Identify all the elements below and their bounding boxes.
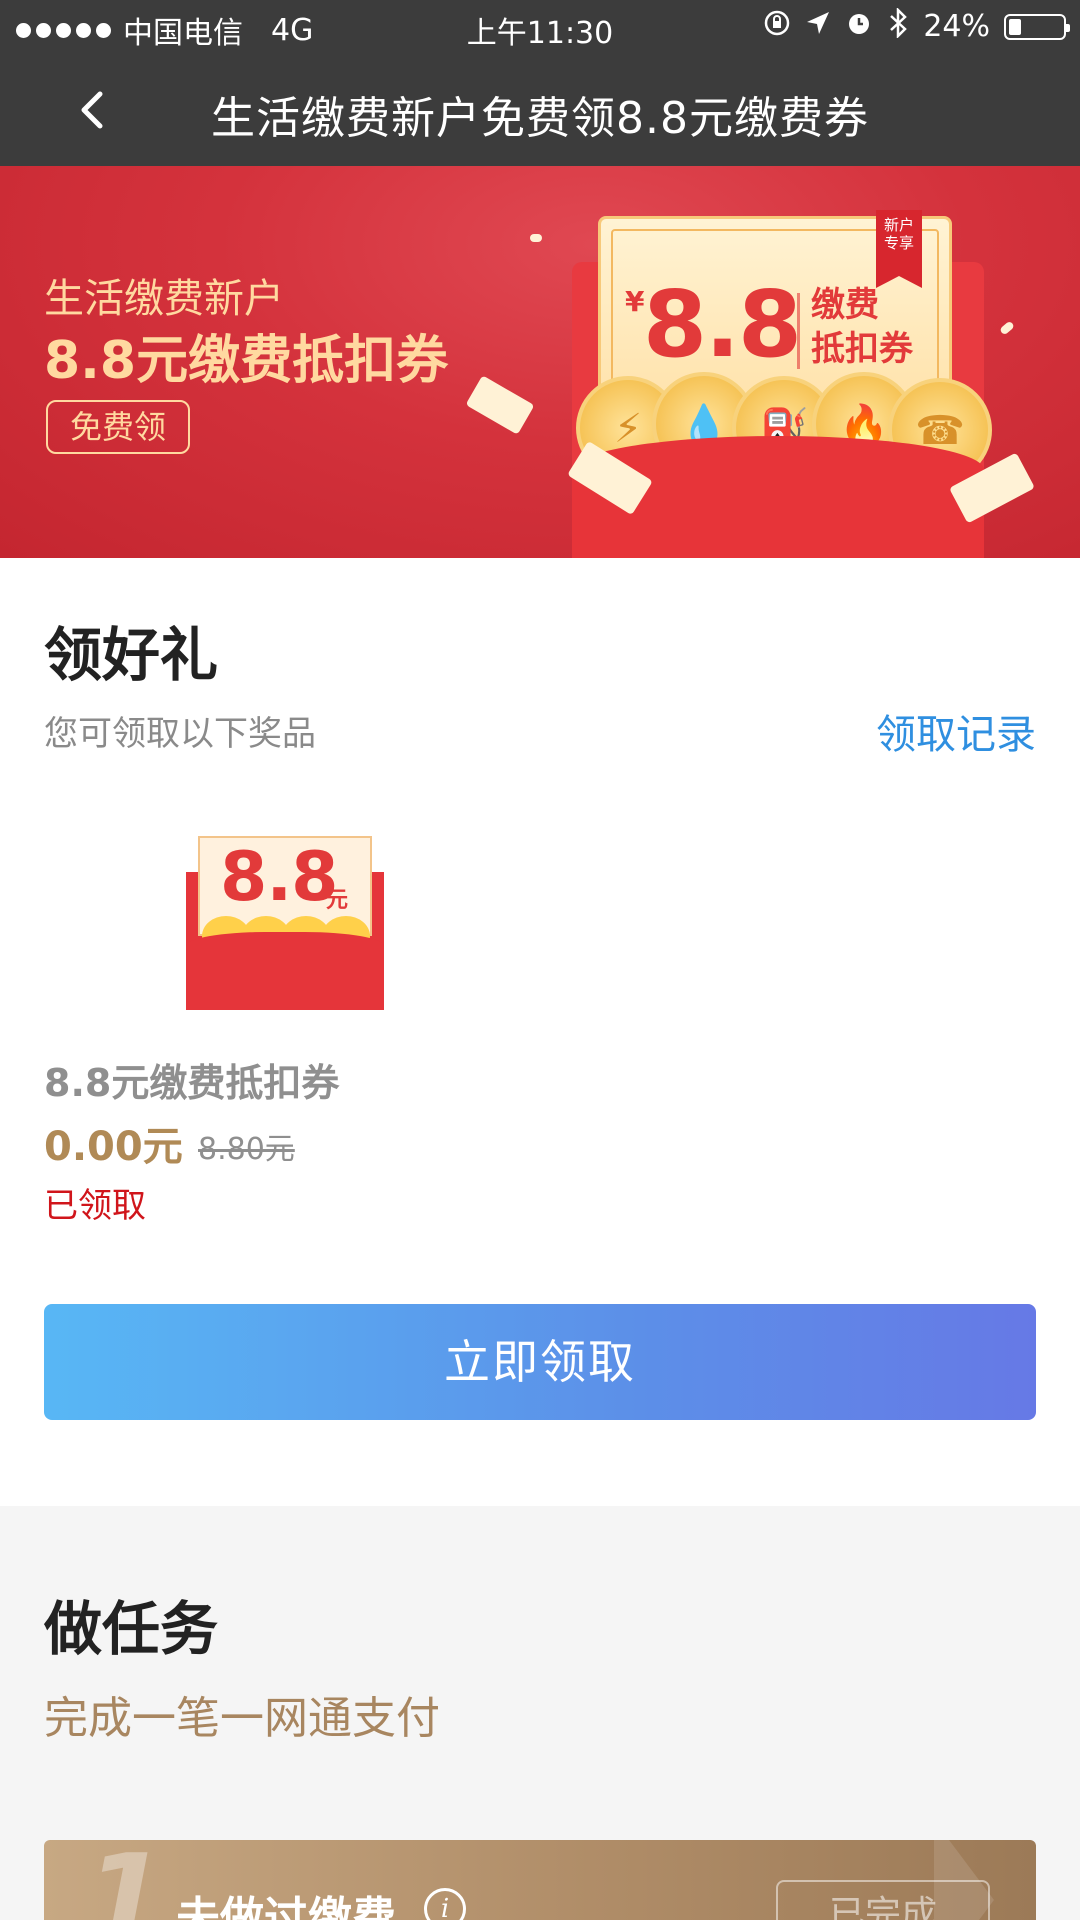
tasks-subtitle: 完成一笔一网通支付 <box>44 1693 440 1744</box>
gift-image-amount: 8.8 <box>220 838 338 917</box>
bluetooth-icon <box>887 6 909 45</box>
gifts-subtitle: 您可领取以下奖品 <box>44 714 316 754</box>
banner-subtitle: 生活缴费新户 <box>44 276 284 322</box>
battery-icon <box>1004 13 1070 40</box>
confetti-paper <box>999 320 1015 336</box>
task-name: 未做过缴费 <box>176 1893 396 1920</box>
nav-bar: 生活缴费新户免费领8.8元缴费券 <box>0 54 1080 166</box>
banner-title: 8.8元缴费抵扣券 <box>44 331 449 391</box>
coupon-amount: 8.8 <box>643 271 802 378</box>
gift-image-unit: 元 <box>326 888 349 913</box>
new-user-ribbon: 新户 专享 <box>876 210 922 288</box>
tasks-title: 做任务 <box>44 1595 219 1663</box>
promo-banner[interactable]: 生活缴费新户 8.8元缴费抵扣券 免费领 ¥ 8.8 缴费 抵扣券 新户 专享 … <box>0 166 1080 558</box>
gift-original-price: 8.80元 <box>198 1132 295 1167</box>
orientation-lock-icon <box>763 9 791 44</box>
gift-status: 已领取 <box>44 1186 146 1226</box>
ribbon-text-1: 新户 <box>883 216 914 234</box>
coupon-label-1: 缴费 <box>811 285 879 325</box>
claim-record-link[interactable]: 领取记录 <box>876 702 1036 760</box>
ribbon-text-2: 专享 <box>883 234 914 252</box>
location-icon <box>805 10 831 43</box>
status-bar: 中国电信 4G 上午11:30 24% <box>0 0 1080 54</box>
alarm-icon <box>845 9 873 44</box>
claim-now-button[interactable]: 立即领取 <box>44 1304 1036 1420</box>
gifts-title: 领好礼 <box>44 621 219 689</box>
task-number: 1 <box>84 1840 168 1920</box>
coupon-label-2: 抵扣券 <box>811 329 913 369</box>
coupon-yen: ¥ <box>625 285 645 318</box>
status-right: 24% <box>763 6 1070 45</box>
gift-price: 0.00元 <box>44 1124 183 1170</box>
confetti-paper <box>465 375 535 435</box>
task-status-button[interactable]: 已完成 <box>776 1880 990 1920</box>
gift-image[interactable]: 8.8 元 <box>186 836 384 1010</box>
confetti-paper <box>530 234 542 242</box>
info-icon[interactable]: i <box>424 1888 466 1920</box>
battery-percent: 24% <box>923 9 990 44</box>
task-card[interactable]: 1 未做过缴费 i 已完成 <box>44 1840 1036 1920</box>
free-claim-button[interactable]: 免费领 <box>46 400 190 454</box>
gift-name: 8.8元缴费抵扣券 <box>44 1061 340 1105</box>
coupon-label: 缴费 抵扣券 <box>811 283 913 371</box>
page-title: 生活缴费新户免费领8.8元缴费券 <box>211 93 869 144</box>
